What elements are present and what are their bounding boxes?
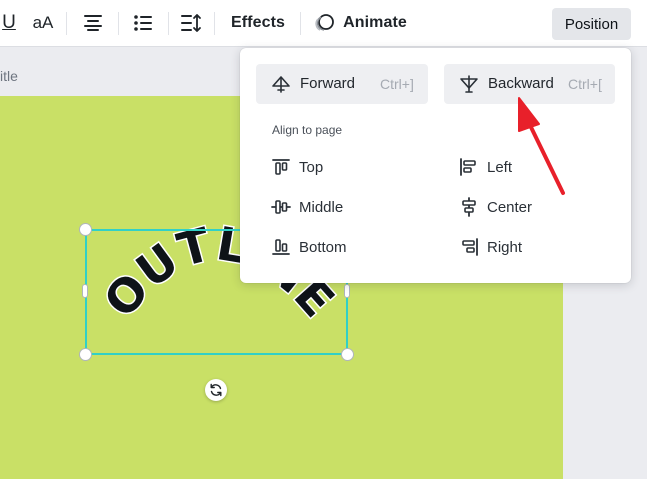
- annotation-arrow: [518, 97, 565, 195]
